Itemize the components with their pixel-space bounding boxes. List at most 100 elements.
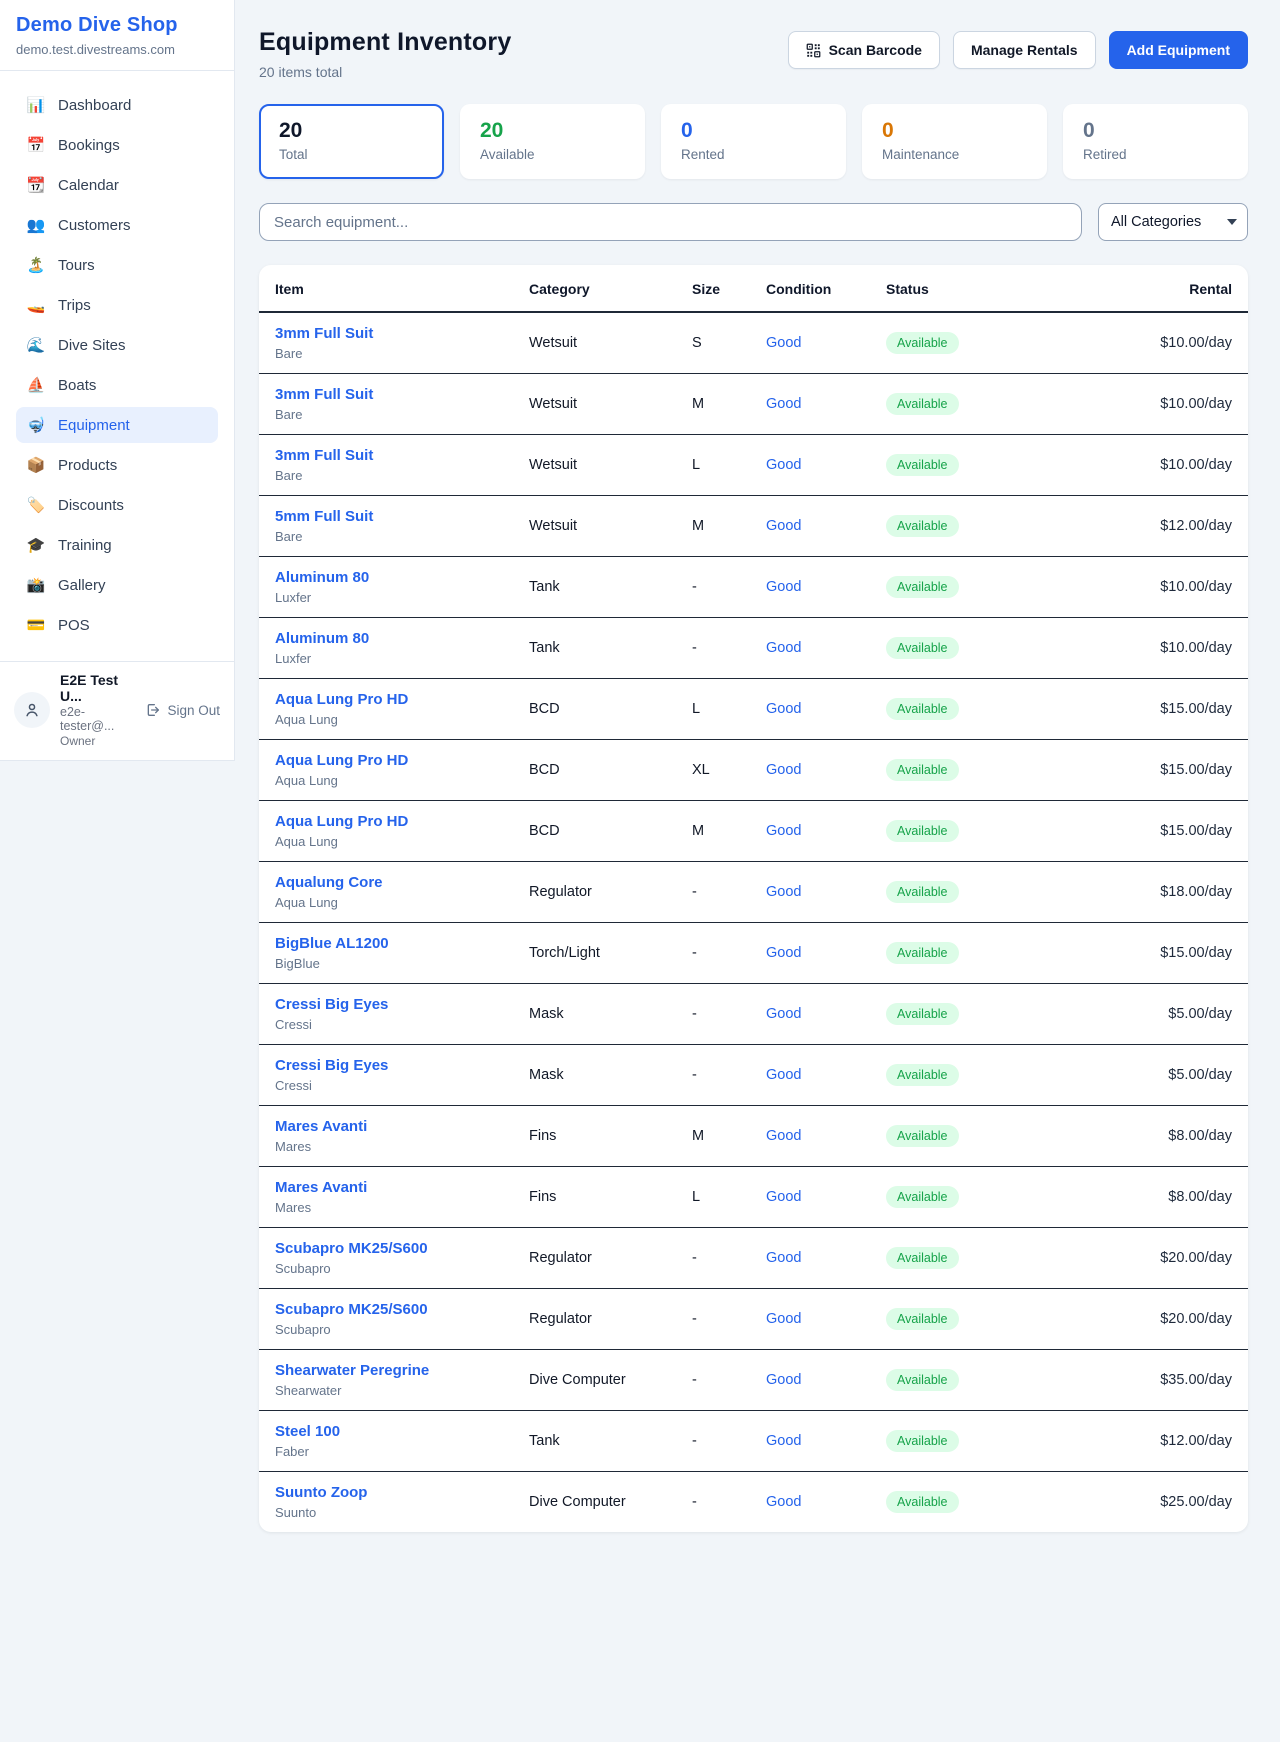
item-name-link[interactable]: 5mm Full Suit <box>275 508 505 525</box>
condition-link[interactable]: Good <box>766 1311 801 1327</box>
item-name-link[interactable]: Shearwater Peregrine <box>275 1362 505 1379</box>
condition-link[interactable]: Good <box>766 945 801 961</box>
stat-card[interactable]: 0 Retired <box>1063 104 1248 179</box>
status-badge: Available <box>886 759 959 781</box>
cell-status: Available <box>874 1472 1056 1533</box>
condition-link[interactable]: Good <box>766 335 801 351</box>
stat-card[interactable]: 0 Rented <box>661 104 846 179</box>
item-name-link[interactable]: Aqualung Core <box>275 874 505 891</box>
brand: Demo Dive Shop demo.test.divestreams.com <box>0 0 234 70</box>
stat-label: Retired <box>1083 147 1228 162</box>
stat-card[interactable]: 20 Available <box>460 104 645 179</box>
item-name-link[interactable]: Aqua Lung Pro HD <box>275 752 505 769</box>
stat-label: Available <box>480 147 625 162</box>
manage-rentals-button[interactable]: Manage Rentals <box>953 31 1096 69</box>
category-select[interactable]: All Categories <box>1098 203 1248 241</box>
cell-item: Aluminum 80 Luxfer <box>259 557 517 618</box>
stat-value: 0 <box>681 119 826 143</box>
cell-status: Available <box>874 435 1056 496</box>
cell-status: Available <box>874 740 1056 801</box>
cell-category: Tank <box>517 618 680 679</box>
sidebar-item-label: Discounts <box>58 497 124 514</box>
sidebar-item[interactable]: 🌊 Dive Sites <box>16 327 218 363</box>
condition-link[interactable]: Good <box>766 1006 801 1022</box>
table-row: Aluminum 80 Luxfer Tank - Good Available <box>259 618 1248 679</box>
cell-size: - <box>680 1289 754 1350</box>
item-name-link[interactable]: Aluminum 80 <box>275 630 505 647</box>
item-brand: Aqua Lung <box>275 773 505 788</box>
condition-link[interactable]: Good <box>766 884 801 900</box>
cell-condition: Good <box>754 1167 874 1228</box>
sidebar-item[interactable]: 🤿 Equipment <box>16 407 218 443</box>
brand-name: Demo Dive Shop <box>16 14 218 37</box>
item-name-link[interactable]: Cressi Big Eyes <box>275 1057 505 1074</box>
item-name-link[interactable]: Cressi Big Eyes <box>275 996 505 1013</box>
cell-rental: $20.00/day <box>1056 1289 1248 1350</box>
item-name-link[interactable]: Steel 100 <box>275 1423 505 1440</box>
sidebar-item[interactable]: 📦 Products <box>16 447 218 483</box>
item-name-link[interactable]: Aqua Lung Pro HD <box>275 691 505 708</box>
scan-barcode-button[interactable]: Scan Barcode <box>788 31 940 69</box>
condition-link[interactable]: Good <box>766 701 801 717</box>
sidebar-item[interactable]: 📆 Calendar <box>16 167 218 203</box>
sidebar-item[interactable]: 🏷️ Discounts <box>16 487 218 523</box>
condition-link[interactable]: Good <box>766 1250 801 1266</box>
column-header-size: Size <box>680 265 754 312</box>
condition-link[interactable]: Good <box>766 518 801 534</box>
sidebar-item[interactable]: 🎓 Training <box>16 527 218 563</box>
sidebar-item[interactable]: 💳 POS <box>16 607 218 643</box>
condition-link[interactable]: Good <box>766 1494 801 1510</box>
condition-link[interactable]: Good <box>766 640 801 656</box>
stat-card[interactable]: 0 Maintenance <box>862 104 1047 179</box>
condition-link[interactable]: Good <box>766 579 801 595</box>
condition-link[interactable]: Good <box>766 1433 801 1449</box>
item-name-link[interactable]: Scubapro MK25/S600 <box>275 1301 505 1318</box>
cell-category: Dive Computer <box>517 1472 680 1533</box>
cell-item: Scubapro MK25/S600 Scubapro <box>259 1289 517 1350</box>
cell-size: L <box>680 435 754 496</box>
sign-out-button[interactable]: Sign Out <box>145 702 220 718</box>
item-name-link[interactable]: 3mm Full Suit <box>275 386 505 403</box>
sidebar-item[interactable]: 📸 Gallery <box>16 567 218 603</box>
item-name-link[interactable]: Aluminum 80 <box>275 569 505 586</box>
add-equipment-button[interactable]: Add Equipment <box>1109 31 1248 69</box>
condition-link[interactable]: Good <box>766 762 801 778</box>
item-name-link[interactable]: BigBlue AL1200 <box>275 935 505 952</box>
condition-link[interactable]: Good <box>766 457 801 473</box>
item-name-link[interactable]: Suunto Zoop <box>275 1484 505 1501</box>
nav-icon: 📊 <box>26 98 46 113</box>
condition-link[interactable]: Good <box>766 1372 801 1388</box>
item-name-link[interactable]: 3mm Full Suit <box>275 325 505 342</box>
sidebar-item[interactable]: 📅 Bookings <box>16 127 218 163</box>
cell-rental: $35.00/day <box>1056 1350 1248 1411</box>
item-name-link[interactable]: Aqua Lung Pro HD <box>275 813 505 830</box>
sidebar-item[interactable]: 📊 Dashboard <box>16 87 218 123</box>
main-content: Equipment Inventory 20 items total <box>235 0 1280 1568</box>
condition-link[interactable]: Good <box>766 396 801 412</box>
cell-status: Available <box>874 1106 1056 1167</box>
stat-label: Maintenance <box>882 147 1027 162</box>
sidebar-item[interactable]: ⛵ Boats <box>16 367 218 403</box>
item-name-link[interactable]: Scubapro MK25/S600 <box>275 1240 505 1257</box>
item-name-link[interactable]: Mares Avanti <box>275 1179 505 1196</box>
condition-link[interactable]: Good <box>766 823 801 839</box>
item-name-link[interactable]: Mares Avanti <box>275 1118 505 1135</box>
table-row: Shearwater Peregrine Shearwater Dive Com… <box>259 1350 1248 1411</box>
user-icon <box>23 701 41 719</box>
stat-card[interactable]: 20 Total <box>259 104 444 179</box>
item-name-link[interactable]: 3mm Full Suit <box>275 447 505 464</box>
search-input[interactable] <box>259 203 1082 241</box>
table-row: Cressi Big Eyes Cressi Mask - Good Avail… <box>259 1045 1248 1106</box>
cell-condition: Good <box>754 1106 874 1167</box>
item-brand: Faber <box>275 1444 505 1459</box>
sidebar-item[interactable]: 👥 Customers <box>16 207 218 243</box>
sidebar-item[interactable]: 🚤 Trips <box>16 287 218 323</box>
condition-link[interactable]: Good <box>766 1128 801 1144</box>
condition-link[interactable]: Good <box>766 1189 801 1205</box>
table-row: 3mm Full Suit Bare Wetsuit S Good Availa… <box>259 312 1248 374</box>
condition-link[interactable]: Good <box>766 1067 801 1083</box>
cell-size: - <box>680 1228 754 1289</box>
cell-status: Available <box>874 1411 1056 1472</box>
sidebar-item[interactable]: 🏝️ Tours <box>16 247 218 283</box>
scan-barcode-label: Scan Barcode <box>829 42 922 58</box>
